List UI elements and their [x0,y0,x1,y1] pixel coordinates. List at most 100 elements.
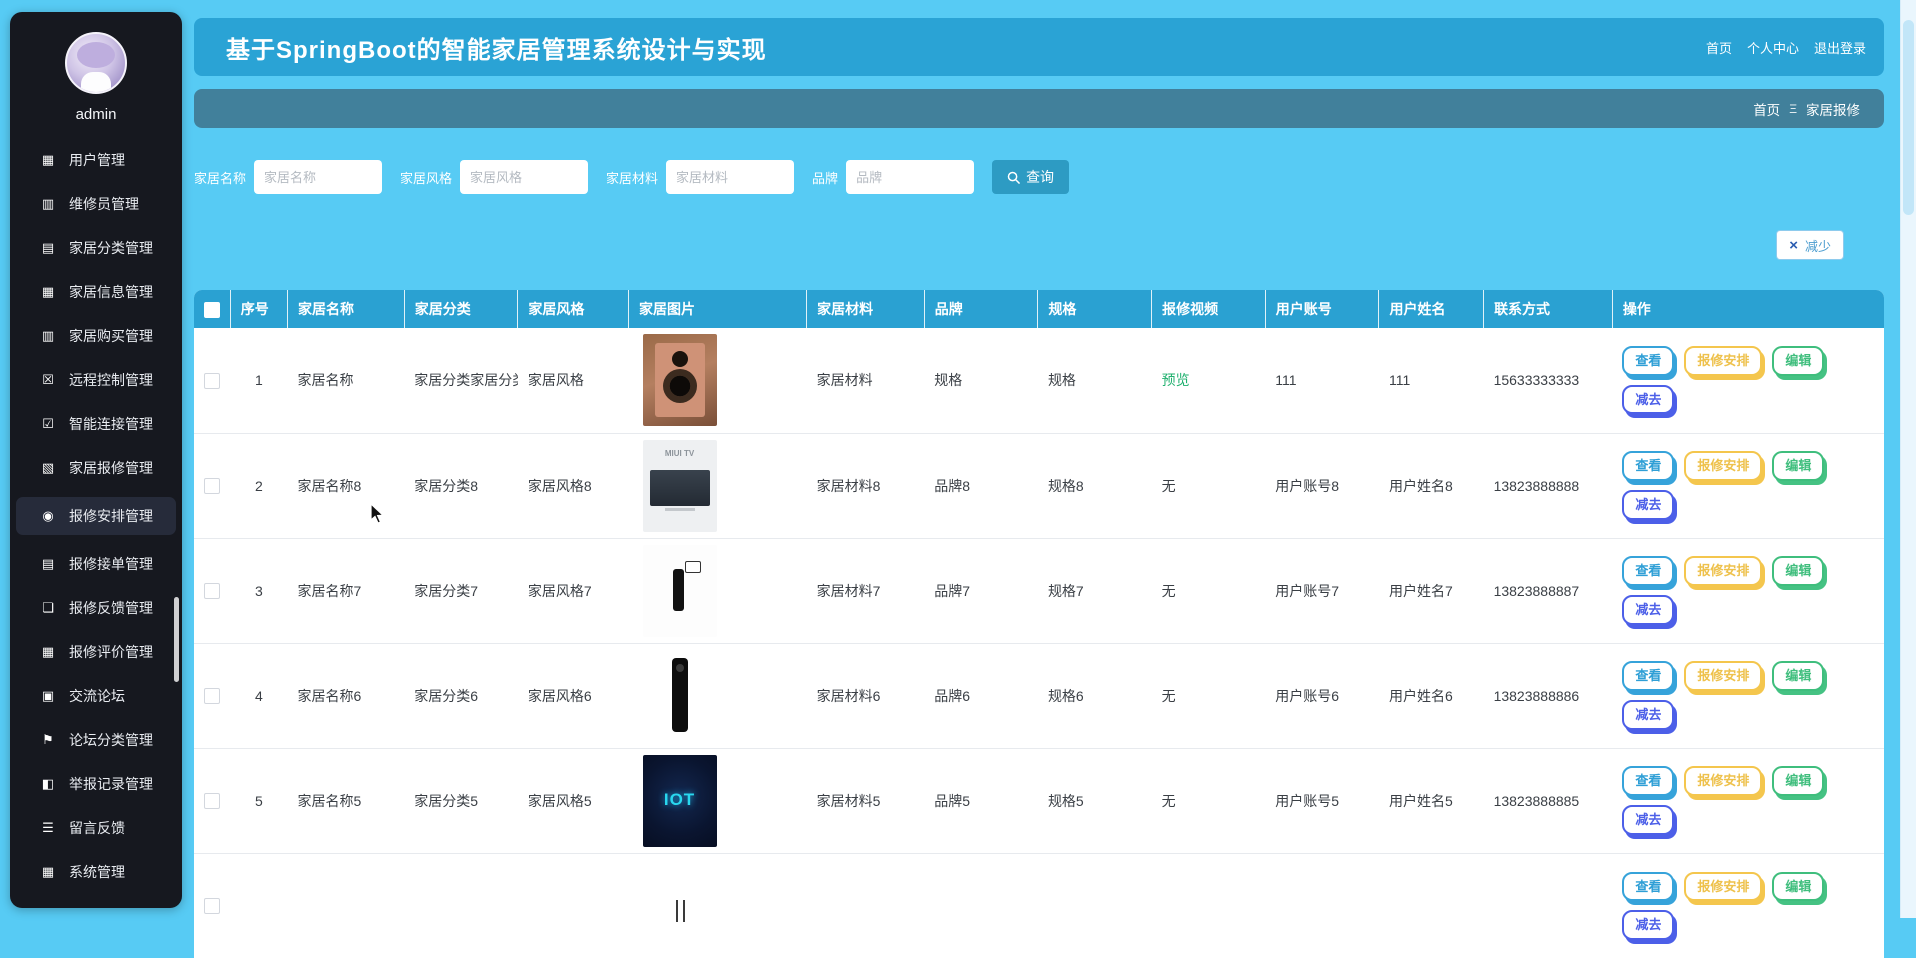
cell-name: 家居名称5 [288,748,405,853]
cell-material: 家居材料8 [807,433,925,538]
edit-button[interactable]: 编辑 [1772,661,1824,691]
scrollbar-thumb[interactable] [1903,20,1914,215]
select-all-checkbox[interactable] [204,302,220,318]
query-button[interactable]: 查询 [992,160,1069,194]
column-header: 规格 [1038,290,1152,328]
cell-account: 111 [1265,328,1379,433]
nav-logout-link[interactable]: 退出登录 [1814,38,1866,57]
page-title: 基于SpringBoot的智能家居管理系统设计与实现 [226,30,767,65]
sidebar-item-label: 论坛分类管理 [69,730,153,750]
product-image [643,334,717,426]
arrange-button[interactable]: 报修安排 [1684,661,1762,691]
sidebar-item-report-record-mgmt[interactable]: ◧ 举报记录管理 [10,769,182,799]
sidebar-item-repair-feedback-mgmt[interactable]: ❏ 报修反馈管理 [10,593,182,623]
cell-name [288,853,405,958]
search-input-2[interactable] [666,160,794,194]
cell-account [1265,853,1379,958]
breadcrumb-home[interactable]: 首页 [1753,99,1780,119]
sidebar-item-label: 报修评价管理 [69,642,153,662]
preview-link[interactable]: 预览 [1162,372,1190,388]
nav-profile-link[interactable]: 个人中心 [1747,38,1799,57]
cell-material [807,853,925,958]
arrange-button[interactable]: 报修安排 [1684,872,1762,902]
minus-button[interactable]: 减去 [1622,595,1674,625]
minus-button[interactable]: 减去 [1622,910,1674,940]
arrange-button[interactable]: 报修安排 [1684,556,1762,586]
search-input-0[interactable] [254,160,382,194]
view-button[interactable]: 查看 [1622,661,1674,691]
column-header: 用户姓名 [1379,290,1484,328]
page-scrollbar[interactable] [1900,0,1916,918]
grid-icon: ▥ [40,196,56,212]
row-checkbox[interactable] [204,793,220,809]
sidebar-item-label: 家居报修管理 [69,458,153,478]
sidebar-item-home-category-mgmt[interactable]: ▤ 家居分类管理 [10,233,182,263]
edit-button[interactable]: 编辑 [1772,872,1824,902]
view-button[interactable]: 查看 [1622,872,1674,902]
arrange-button[interactable]: 报修安排 [1684,451,1762,481]
sidebar-item-repair-accept-mgmt[interactable]: ▤ 报修接单管理 [10,549,182,579]
sidebar-item-home-info-mgmt[interactable]: ▦ 家居信息管理 [10,277,182,307]
minus-button[interactable]: 减去 [1622,490,1674,520]
cell-brand: 品牌6 [924,643,1038,748]
cell-serial [230,853,287,958]
collapse-button[interactable]: × 减少 [1776,230,1844,260]
view-button[interactable]: 查看 [1622,556,1674,586]
search-input-1[interactable] [460,160,588,194]
table-row: 2家居名称8家居分类8家居风格8MIUI TV家居材料8品牌8规格8无用户账号8… [194,433,1884,538]
row-checkbox[interactable] [204,898,220,914]
cell-serial: 5 [230,748,287,853]
cell-user: 用户姓名7 [1379,538,1484,643]
collapse-button-label: 减少 [1805,236,1831,255]
grid-icon: ▦ [40,864,56,880]
arrange-button[interactable]: 报修安排 [1684,766,1762,796]
sidebar-item-label: 报修反馈管理 [69,598,153,618]
cell-style: 家居风格6 [518,643,629,748]
sidebar-item-message-feedback[interactable]: ☰ 留言反馈 [10,813,182,843]
sidebar-item-user-mgmt[interactable]: ▦ 用户管理 [10,145,182,175]
clipboard-icon: ▤ [40,556,56,572]
arrange-button[interactable]: 报修安排 [1684,346,1762,376]
sidebar-item-forum-category-mgmt[interactable]: ⚑ 论坛分类管理 [10,725,182,755]
row-checkbox[interactable] [204,583,220,599]
row-checkbox[interactable] [204,688,220,704]
briefcase-icon: ◧ [40,776,56,792]
page-root: { "page": { "title": "基于SpringBoot的智能家居管… [0,0,1916,918]
edit-button[interactable]: 编辑 [1772,451,1824,481]
edit-button[interactable]: 编辑 [1772,346,1824,376]
sidebar-item-repair-review-mgmt[interactable]: ▦ 报修评价管理 [10,637,182,667]
row-checkbox[interactable] [204,373,220,389]
sidebar-item-home-purchase-mgmt[interactable]: ▥ 家居购买管理 [10,321,182,351]
edit-button[interactable]: 编辑 [1772,556,1824,586]
cell-name: 家居名称8 [288,433,405,538]
edit-button[interactable]: 编辑 [1772,766,1824,796]
view-button[interactable]: 查看 [1622,451,1674,481]
row-checkbox[interactable] [204,478,220,494]
minus-button[interactable]: 减去 [1622,805,1674,835]
clipboard-x-icon: ☒ [40,372,56,388]
minus-button[interactable]: 减去 [1622,700,1674,730]
cell-category: 家居分类6 [404,643,518,748]
search-input-3[interactable] [846,160,974,194]
view-button[interactable]: 查看 [1622,346,1674,376]
sidebar-scrollbar[interactable] [174,597,179,682]
sidebar-item-label: 报修接单管理 [69,554,153,574]
sidebar-item-smart-connect-mgmt[interactable]: ☑ 智能连接管理 [10,409,182,439]
grid-icon: ▥ [40,328,56,344]
sidebar-item-label: 智能连接管理 [69,414,153,434]
sidebar-item-forum[interactable]: ▣ 交流论坛 [10,681,182,711]
view-button[interactable]: 查看 [1622,766,1674,796]
sidebar-item-label: 远程控制管理 [69,370,153,390]
sidebar-item-remote-control-mgmt[interactable]: ☒ 远程控制管理 [10,365,182,395]
column-header: 家居图片 [629,290,807,328]
sidebar-item-repairman-mgmt[interactable]: ▥ 维修员管理 [10,189,182,219]
cell-name: 家居名称6 [288,643,405,748]
sidebar-item-home-repair-mgmt[interactable]: ▧ 家居报修管理 [10,453,182,483]
sidebar-item-system-mgmt[interactable]: ▦ 系统管理 [10,857,182,887]
sidebar-item-repair-arrange-mgmt[interactable]: ◉ 报修安排管理 [16,497,176,535]
cell-brand: 品牌7 [924,538,1038,643]
cell-spec: 规格8 [1038,433,1152,538]
column-header: 用户账号 [1265,290,1379,328]
nav-home-link[interactable]: 首页 [1706,38,1732,57]
minus-button[interactable]: 减去 [1622,385,1674,415]
